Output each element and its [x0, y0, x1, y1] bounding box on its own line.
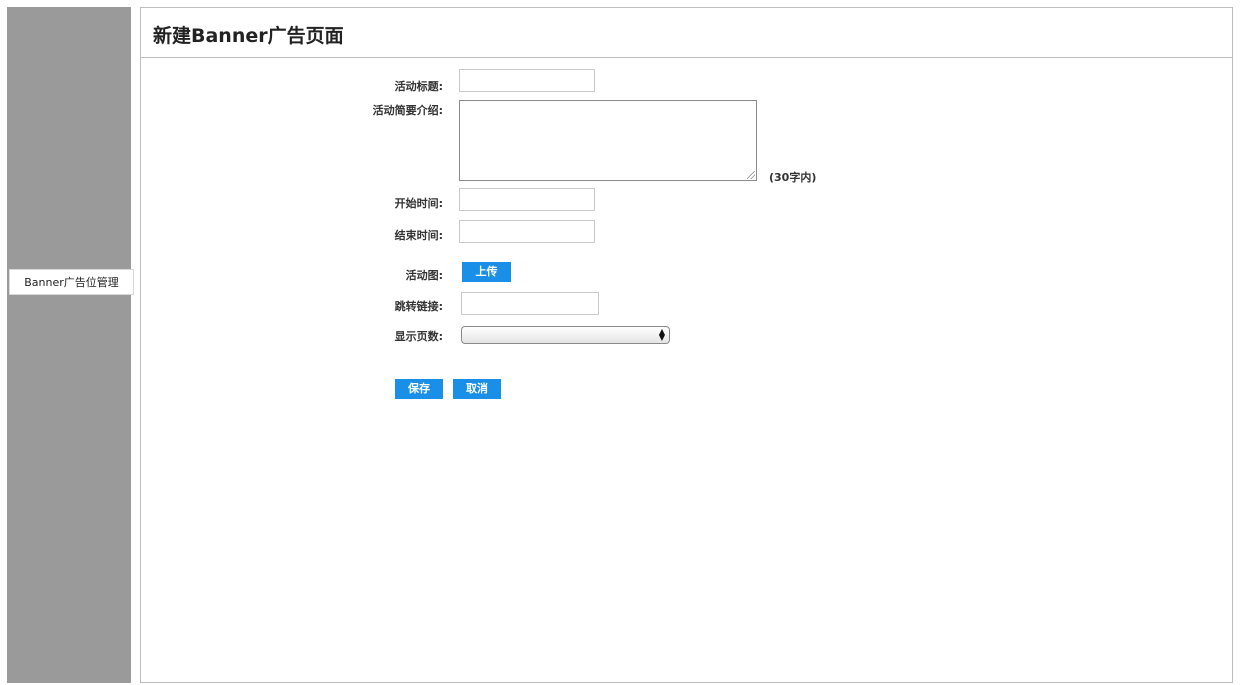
upload-button[interactable]: 上传	[462, 262, 511, 282]
display-pages-select[interactable]: ▲ ▼	[461, 326, 670, 344]
activity-summary-textarea[interactable]	[459, 100, 757, 181]
save-button[interactable]: 保存	[395, 379, 443, 399]
end-time-label: 结束时间:	[394, 229, 443, 242]
page-title: 新建Banner广告页面	[153, 25, 344, 47]
start-time-input[interactable]	[459, 188, 595, 211]
cancel-button[interactable]: 取消	[453, 379, 501, 399]
activity-title-label: 活动标题:	[394, 80, 443, 93]
resize-grip-icon[interactable]	[747, 171, 755, 179]
activity-image-label: 活动图:	[405, 269, 443, 282]
sidebar: Banner广告位管理	[7, 7, 134, 683]
sidebar-item-banner-management[interactable]: Banner广告位管理	[9, 269, 134, 295]
main-panel: 新建Banner广告页面 活动标题: 活动简要介绍: (30字内) 开始时间: …	[140, 7, 1233, 683]
display-pages-label: 显示页数:	[394, 330, 443, 343]
link-input[interactable]	[461, 292, 599, 315]
activity-title-input[interactable]	[459, 69, 595, 92]
summary-length-hint: (30字内)	[769, 171, 817, 184]
activity-summary-label: 活动简要介绍:	[372, 104, 443, 117]
link-label: 跳转链接:	[394, 300, 443, 313]
start-time-label: 开始时间:	[394, 197, 443, 210]
end-time-input[interactable]	[459, 220, 595, 243]
page-header: 新建Banner广告页面	[141, 8, 1232, 58]
select-updown-arrows-icon: ▲ ▼	[658, 327, 665, 342]
